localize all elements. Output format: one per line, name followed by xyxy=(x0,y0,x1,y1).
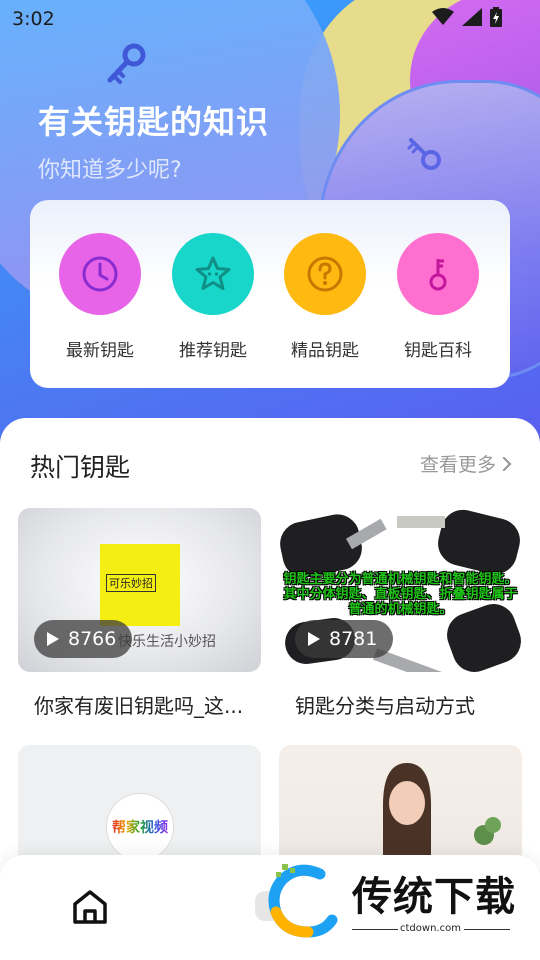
logo-text: 帮家视频 xyxy=(112,817,168,837)
hero-subtitle: 你知道多少呢? xyxy=(38,158,182,183)
play-count: 8766 xyxy=(68,628,117,650)
category-recommended-keys[interactable]: 推荐钥匙 xyxy=(153,233,273,361)
poster-text: 可乐妙招 xyxy=(106,574,156,592)
category-key-encyclopedia[interactable]: 钥匙百科 xyxy=(378,233,498,361)
video-card[interactable]: 可乐妙招 快乐生活小妙招 8766 你家有废旧钥匙吗_这... xyxy=(18,508,261,719)
video-title: 钥匙分类与启动方式 xyxy=(295,694,475,718)
wifi-icon xyxy=(432,8,454,25)
video-title: 你家有废旧钥匙吗_这... xyxy=(34,694,244,718)
view-more-label: 查看更多 xyxy=(419,454,496,476)
watermark: 传统下载 ctdown.com xyxy=(268,862,530,940)
watermark-url: ctdown.com xyxy=(400,923,461,934)
clock-icon xyxy=(82,256,118,292)
category-label: 钥匙百科 xyxy=(404,341,472,361)
status-bar: 3:02 xyxy=(0,0,540,36)
logo-badge: 帮家视频 xyxy=(106,793,174,861)
play-icon xyxy=(308,632,320,646)
view-more-link[interactable]: 查看更多 xyxy=(420,450,512,477)
battery-icon xyxy=(490,7,502,27)
play-count: 8781 xyxy=(329,628,378,650)
category-latest-keys[interactable]: 最新钥匙 xyxy=(40,233,160,361)
video-thumbnail: 可乐妙招 快乐生活小妙招 8766 xyxy=(18,508,261,672)
watermark-logo-icon xyxy=(268,864,338,938)
brand-text: 快乐生活小妙招 xyxy=(118,634,216,650)
question-icon xyxy=(307,256,343,292)
video-subtitle-overlay: 钥匙主要分为普通机械钥匙和智能钥匙。其中分体钥匙、直板钥匙、折叠钥匙属于普通的机… xyxy=(283,572,518,617)
key-fob-image xyxy=(433,508,522,579)
category-label: 精品钥匙 xyxy=(291,341,359,361)
category-premium-keys[interactable]: 精品钥匙 xyxy=(265,233,385,361)
category-card: 最新钥匙 推荐钥匙 精品钥匙 钥匙百科 xyxy=(30,200,510,388)
key-icon xyxy=(107,43,146,84)
play-count-badge: 8766 xyxy=(34,620,133,658)
key-icon xyxy=(429,259,447,291)
category-label: 最新钥匙 xyxy=(66,341,134,361)
hero-title: 有关钥匙的知识 xyxy=(38,103,270,141)
play-icon xyxy=(47,632,59,646)
key-icon xyxy=(407,138,441,170)
video-thumbnail: 钥匙主要分为普通机械钥匙和智能钥匙。其中分体钥匙、直板钥匙、折叠钥匙属于普通的机… xyxy=(279,508,522,672)
video-card[interactable]: 钥匙主要分为普通机械钥匙和智能钥匙。其中分体钥匙、直板钥匙、折叠钥匙属于普通的机… xyxy=(279,508,522,719)
status-icons xyxy=(432,7,502,27)
category-label: 推荐钥匙 xyxy=(179,341,247,361)
play-count-badge: 8781 xyxy=(295,620,394,658)
watermark-text: 传统下载 xyxy=(352,874,516,920)
star-icon xyxy=(195,256,231,290)
status-time: 3:02 xyxy=(12,8,55,30)
section-title: 热门钥匙 xyxy=(30,453,131,482)
chevron-right-icon xyxy=(502,456,512,471)
signal-icon xyxy=(462,8,482,26)
home-icon[interactable] xyxy=(70,887,110,927)
